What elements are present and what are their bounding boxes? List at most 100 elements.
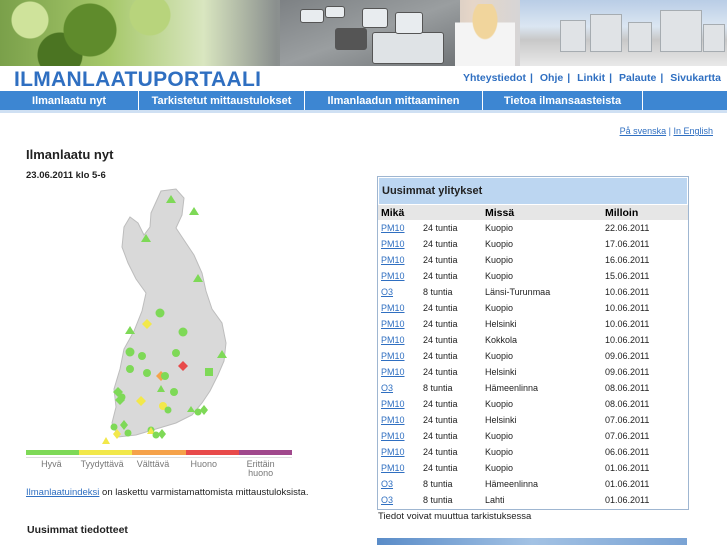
swedish-link[interactable]: På svenska (620, 126, 667, 136)
english-link[interactable]: In English (673, 126, 713, 136)
language-switcher: På svenska | In English (620, 126, 713, 136)
station-marker-good[interactable] (143, 369, 151, 377)
pollutant-link[interactable]: PM10 (381, 367, 405, 377)
cell-period: 8 tuntia (423, 287, 453, 297)
pollutant-link[interactable]: O3 (381, 495, 393, 505)
pollutant-link[interactable]: PM10 (381, 303, 405, 313)
pollutant-link[interactable]: PM10 (381, 431, 405, 441)
station-marker-good[interactable] (178, 327, 188, 337)
cell-pollutant: PM10 (378, 460, 420, 476)
station-marker-good[interactable] (110, 423, 118, 431)
station-marker-good[interactable] (138, 352, 146, 360)
cell-pollutant: PM10 (378, 412, 420, 428)
table-row: PM10 24 tuntia Helsinki 09.06.2011 (378, 364, 688, 380)
cell-location: Kuopio (485, 239, 514, 249)
pollutant-link[interactable]: PM10 (381, 351, 405, 361)
utility-links: Yhteystiedot | Ohje | Linkit | Palaute | Siv… (463, 72, 721, 84)
cell-pollutant: PM10 (378, 220, 420, 236)
station-marker-good[interactable] (125, 326, 135, 334)
table-row: O3 8 tuntia Lahti 01.06.2011 (378, 492, 688, 508)
nav-item-measurement[interactable]: Ilmanlaadun mittaaminen (305, 91, 483, 110)
person-photo (455, 4, 515, 66)
header-banner-image (0, 0, 727, 66)
pollutant-link[interactable]: PM10 (381, 239, 405, 249)
station-marker-good[interactable] (126, 365, 134, 373)
legend-label: Huono (190, 459, 218, 469)
contact-link[interactable]: Yhteystiedot (463, 72, 526, 84)
table-row: PM10 24 tuntia Kuopio 08.06.2011 (378, 396, 688, 412)
column-header-where: Missä (482, 205, 602, 220)
cell-date: 01.06.2011 (605, 479, 650, 489)
station-marker-moderate[interactable] (102, 437, 110, 444)
cell-date: 07.06.2011 (605, 415, 650, 425)
cell-location: Kuopio (485, 271, 514, 281)
cell-pollutant: O3 (378, 492, 420, 508)
finland-air-quality-map[interactable] (26, 183, 296, 449)
pollutant-link[interactable]: PM10 (381, 399, 405, 409)
site-logo[interactable]: ILMANLAATUPORTAALI (14, 68, 261, 92)
station-marker-good[interactable] (124, 429, 132, 437)
table-row: PM10 24 tuntia Kuopio 06.06.2011 (378, 444, 688, 460)
car-shape (372, 32, 444, 64)
station-marker-good[interactable] (164, 406, 172, 414)
nav-item-verified-results[interactable]: Tarkistetut mittaustulokset (139, 91, 305, 110)
pollutant-link[interactable]: O3 (381, 383, 393, 393)
station-marker-good[interactable] (170, 388, 178, 396)
pollutant-link[interactable]: PM10 (381, 463, 405, 473)
links-link[interactable]: Linkit (577, 72, 605, 84)
cell-period: 24 tuntia (423, 351, 458, 361)
station-marker-good[interactable] (200, 405, 208, 415)
station-marker-good[interactable] (158, 429, 166, 439)
cell-period: 24 tuntia (423, 255, 458, 265)
pollutant-link[interactable]: PM10 (381, 415, 405, 425)
cell-location: Kuopio (485, 399, 514, 409)
station-marker-good[interactable] (205, 368, 213, 376)
exceedances-rows: PM10 24 tuntia Kuopio 22.06.2011 PM10 24 tunt… (378, 220, 688, 508)
station-marker-good[interactable] (189, 207, 199, 215)
separator: | (609, 72, 613, 84)
cell-location: Helsinki (485, 415, 517, 425)
legend-color-bar (26, 450, 293, 455)
table-row: PM10 24 tuntia Kuopio 17.06.2011 (378, 236, 688, 252)
cell-location: Hämeenlinna (485, 383, 539, 393)
cell-period: 24 tuntia (423, 399, 458, 409)
pollutant-link[interactable]: PM10 (381, 223, 405, 233)
cell-period: 8 tuntia (423, 479, 453, 489)
cell-location: Lahti (485, 495, 505, 505)
nav-item-pollutants-info[interactable]: Tietoa ilmansaasteista (483, 91, 643, 110)
separator: | (530, 72, 533, 84)
table-row: PM10 24 tuntia Kuopio 22.06.2011 (378, 220, 688, 236)
cell-period: 24 tuntia (423, 447, 458, 457)
cell-date: 10.06.2011 (605, 335, 650, 345)
legend-labels: Hyvä Tyydyttävä Välttävä Huono Erittäin … (26, 457, 292, 478)
pollutant-link[interactable]: PM10 (381, 335, 405, 345)
table-row: PM10 24 tuntia Kuopio 15.06.2011 (378, 268, 688, 284)
nav-item-air-quality-now[interactable]: Ilmanlaatu nyt (0, 91, 139, 110)
station-marker-good[interactable] (161, 372, 169, 380)
legend-label: Erittäin huono (246, 459, 275, 478)
station-marker-good[interactable] (118, 393, 126, 401)
cell-date: 09.06.2011 (605, 351, 650, 361)
column-header-when: Milloin (602, 205, 688, 220)
station-marker-good[interactable] (152, 431, 160, 439)
table-row: O3 8 tuntia Länsi-Turunmaa 10.06.2011 (378, 284, 688, 300)
pollutant-link[interactable]: O3 (381, 479, 393, 489)
separator: | (567, 72, 571, 84)
sitemap-link[interactable]: Sivukartta (670, 72, 721, 84)
pollutant-link[interactable]: PM10 (381, 271, 405, 281)
table-row: PM10 24 tuntia Kuopio 10.06.2011 (378, 300, 688, 316)
car-shape (325, 6, 345, 18)
feedback-link[interactable]: Palaute (619, 72, 656, 84)
station-marker-good[interactable] (125, 347, 135, 357)
pollutant-link[interactable]: PM10 (381, 319, 405, 329)
pollutant-link[interactable]: PM10 (381, 255, 405, 265)
pollutant-link[interactable]: O3 (381, 287, 393, 297)
station-marker-good[interactable] (172, 349, 180, 357)
table-header-row: Mikä Missä Milloin (378, 205, 688, 220)
station-marker-good[interactable] (155, 308, 165, 318)
pollutant-link[interactable]: PM10 (381, 447, 405, 457)
building-shape (660, 10, 702, 52)
cell-date: 17.06.2011 (605, 239, 650, 249)
help-link[interactable]: Ohje (540, 72, 563, 84)
air-quality-index-link[interactable]: Ilmanlaatuindeksi (26, 487, 99, 498)
